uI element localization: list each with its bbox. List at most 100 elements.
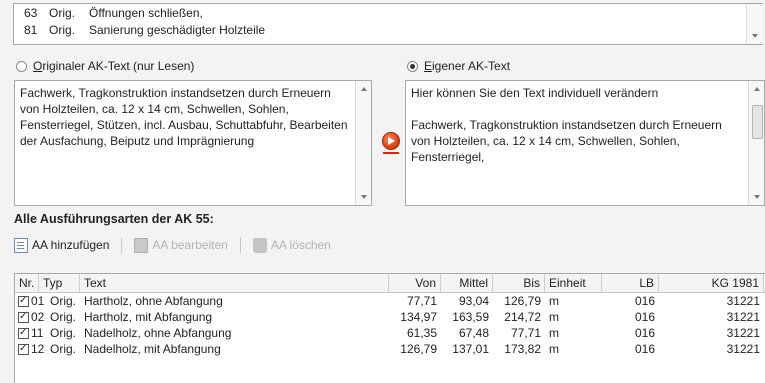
cell-bis: 214,72 — [504, 310, 541, 324]
table-row[interactable]: 12Orig. Nadelholz, mit Abfangung 126,79 … — [15, 341, 765, 357]
radio-button[interactable] — [16, 60, 27, 72]
cell-von: 126,79 — [400, 342, 437, 356]
scroll-down-icon[interactable] — [752, 34, 758, 38]
list-item-typ: Orig. — [49, 6, 76, 20]
toolbar: AA hinzufügen AA bearbeiten AA löschen — [14, 235, 343, 255]
column-header-text[interactable]: Text — [80, 274, 389, 293]
list-item-nr: 81 — [24, 23, 38, 37]
trash-icon — [252, 237, 267, 253]
scroll-down-icon[interactable] — [361, 195, 367, 199]
cell-typ: Orig. — [49, 294, 76, 308]
row-checkbox[interactable] — [18, 293, 29, 309]
add-aa-label: AA hinzufügen — [32, 238, 110, 252]
list-item[interactable]: 63 Orig. Öffnungen schließen, — [24, 6, 203, 21]
column-header-bis[interactable]: Bis — [493, 274, 545, 293]
table-row[interactable]: 11Orig. Nadelholz, ohne Abfangung 61,35 … — [15, 325, 765, 341]
row-checkbox[interactable] — [18, 325, 29, 341]
copy-text-arrow-icon[interactable] — [382, 132, 400, 150]
own-text-scrollbar[interactable] — [748, 81, 764, 205]
radio-label: igener AK-Text — [432, 59, 511, 73]
own-text-box[interactable]: Hier können Sie den Text individuell ver… — [405, 80, 765, 206]
edit-aa-button[interactable]: AA bearbeiten — [134, 237, 228, 253]
column-header-einheit[interactable]: Einheit — [545, 274, 602, 293]
cell-mittel: 93,04 — [458, 294, 489, 308]
cell-von: 77,71 — [406, 294, 437, 308]
cell-lb: 016 — [634, 294, 655, 308]
section-title: Alle Ausführungsarten der AK 55: — [14, 212, 214, 226]
cell-bis: 77,71 — [510, 326, 541, 340]
list-item-text: Öffnungen schließen, — [89, 6, 203, 20]
cell-lb: 016 — [634, 342, 655, 356]
toolbar-separator — [239, 237, 241, 253]
column-header-von[interactable]: Von — [389, 274, 441, 293]
cell-mittel: 67,48 — [458, 326, 489, 340]
cell-text: Nadelholz, mit Abfangung — [84, 342, 221, 356]
scroll-up-icon[interactable] — [361, 87, 367, 91]
radio-own-text[interactable]: Eigener AK-Text — [407, 58, 510, 74]
table-row[interactable]: 01 Orig. Hartholz, ohne Abfangung 77,71 9… — [15, 293, 765, 309]
cell-einheit: m — [549, 294, 559, 308]
list-scrollbar[interactable] — [746, 4, 763, 44]
cell-mittel: 163,59 — [452, 310, 489, 324]
ak-list[interactable]: 63 Orig. Öffnungen schließen, 81 Orig. Sanie… — [13, 3, 763, 45]
list-item-nr: 63 — [24, 6, 38, 20]
cell-typ: Orig. — [49, 342, 76, 356]
column-header-nr[interactable]: Nr. — [15, 274, 39, 293]
cell-einheit: m — [549, 326, 559, 340]
radio-button[interactable] — [407, 60, 418, 72]
table-row[interactable]: 02 Orig. Hartholz, mit Abfangung 134,97 1… — [15, 309, 765, 325]
cell-nr: 12 — [31, 342, 45, 356]
cell-text: Hartholz, ohne Abfangung — [84, 294, 223, 308]
cell-kg1981: 31221 — [726, 310, 760, 324]
list-item[interactable]: 81 Orig. Sanierung geschädigter Holzteile — [24, 23, 265, 38]
original-text: Fachwerk, Tragkonstruktion instandsetzen… — [20, 86, 351, 148]
cell-einheit: m — [549, 342, 559, 356]
original-text-box[interactable]: Fachwerk, Tragkonstruktion instandsetzen… — [14, 80, 372, 206]
cell-nr: 02 — [31, 310, 45, 324]
radio-original-text[interactable]: Originaler AK-Text (nur Lesen) — [16, 58, 194, 74]
cell-von: 134,97 — [400, 310, 437, 324]
column-header-mittel[interactable]: Mittel — [441, 274, 493, 293]
radio-label-accesskey: O — [33, 59, 43, 73]
cell-nr: 01 — [31, 294, 45, 308]
scroll-down-icon[interactable] — [754, 195, 760, 199]
original-text-scrollbar[interactable] — [355, 81, 371, 205]
delete-aa-label: AA löschen — [270, 238, 331, 252]
cell-nr: 11 — [31, 326, 44, 340]
cell-kg1981: 31221 — [726, 342, 760, 356]
cell-kg1981: 31221 — [726, 326, 760, 340]
new-document-icon — [14, 237, 28, 253]
cell-einheit: m — [549, 310, 559, 324]
column-header-lb[interactable]: LB — [602, 274, 659, 293]
edit-grid-icon — [134, 237, 149, 253]
table-header: Nr. Typ Text Von Mittel Bis Einheit LB K… — [15, 274, 765, 293]
own-text[interactable]: Hier können Sie den Text individuell ver… — [411, 85, 742, 165]
add-aa-button[interactable]: AA hinzufügen — [14, 237, 110, 253]
cell-text: Nadelholz, ohne Abfangung — [84, 326, 232, 340]
aa-table[interactable]: Nr. Typ Text Von Mittel Bis Einheit LB K… — [14, 273, 765, 383]
radio-label: riginaler AK-Text (nur Lesen) — [42, 59, 195, 73]
cell-lb: 016 — [634, 326, 655, 340]
list-item-text: Sanierung geschädigter Holzteile — [89, 23, 266, 37]
column-header-typ[interactable]: Typ — [39, 274, 80, 293]
cell-mittel: 137,01 — [452, 342, 489, 356]
row-checkbox[interactable] — [18, 309, 29, 325]
radio-label-accesskey: E — [424, 59, 433, 73]
cell-lb: 016 — [634, 310, 655, 324]
delete-aa-button[interactable]: AA löschen — [252, 237, 331, 253]
copy-arrow-underline — [383, 152, 399, 154]
column-header-kg1981[interactable]: KG 1981 — [659, 274, 764, 293]
edit-aa-label: AA bearbeiten — [152, 238, 228, 252]
cell-typ: Orig. — [49, 326, 76, 340]
cell-von: 61,35 — [406, 326, 437, 340]
row-checkbox[interactable] — [18, 341, 29, 357]
cell-text: Hartholz, mit Abfangung — [84, 310, 213, 324]
cell-typ: Orig. — [49, 310, 76, 324]
scroll-up-icon[interactable] — [754, 87, 760, 91]
cell-kg1981: 31221 — [726, 294, 760, 308]
cell-bis: 126,79 — [504, 294, 541, 308]
scroll-thumb[interactable] — [752, 105, 763, 139]
cell-bis: 173,82 — [504, 342, 541, 356]
toolbar-separator — [121, 237, 123, 253]
list-item-typ: Orig. — [49, 23, 76, 37]
